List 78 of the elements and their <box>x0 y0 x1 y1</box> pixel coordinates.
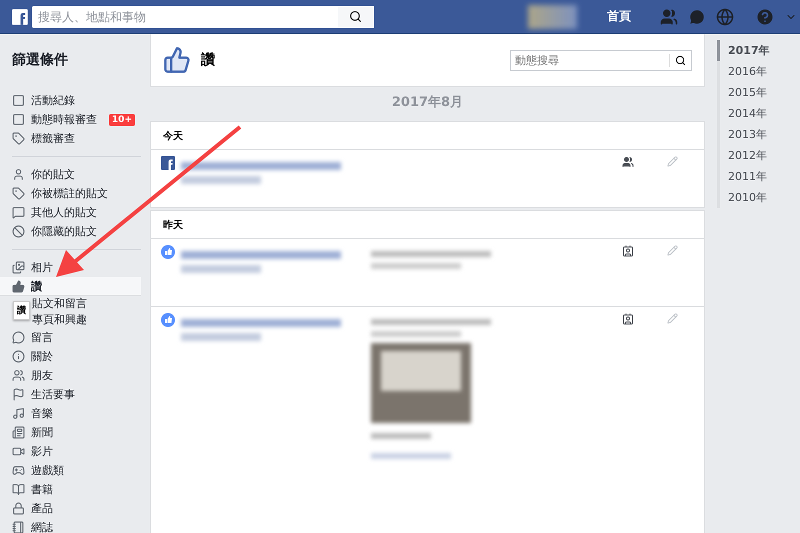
person-icon <box>12 168 25 181</box>
sidebar-item[interactable]: 新聞 <box>0 423 141 442</box>
sidebar-item[interactable]: 其他人的貼文 <box>0 203 141 222</box>
sidebar-subitem[interactable]: 專頁和興趣 <box>32 312 87 328</box>
sidebar-item[interactable]: 標籤審查 <box>0 129 141 148</box>
notebook-icon <box>12 521 25 533</box>
comment-icon <box>12 331 25 344</box>
gamepad-icon <box>12 464 25 477</box>
year-link[interactable]: 2013年 <box>717 124 770 145</box>
page-icon <box>12 94 25 107</box>
search-input[interactable]: 搜尋人、地點和事物 <box>32 6 338 26</box>
sidebar-item[interactable]: 生活要事 <box>0 385 141 404</box>
day-heading: 今天 <box>163 130 183 142</box>
sidebar-item[interactable]: 留言 <box>0 328 141 347</box>
edit-icon[interactable] <box>666 313 678 324</box>
search-icon[interactable] <box>675 54 686 66</box>
ban-icon <box>12 225 25 238</box>
sidebar-item[interactable]: 你的貼文 <box>0 165 141 184</box>
sidebar-item[interactable]: 動態時報審查 10+ <box>0 110 141 129</box>
facebook-logo-icon <box>12 8 28 26</box>
search-button[interactable] <box>338 6 374 28</box>
thumbs-up-icon <box>12 280 25 292</box>
tag-icon <box>12 187 25 200</box>
help-icon[interactable] <box>755 6 775 26</box>
messenger-icon[interactable] <box>688 8 706 26</box>
year-link[interactable]: 2011年 <box>717 166 770 187</box>
sidebar-item[interactable]: 影片 <box>0 442 141 461</box>
page-logo-icon <box>161 156 175 170</box>
info-icon <box>12 350 25 363</box>
count-badge: 10+ <box>108 114 135 126</box>
sidebar-item[interactable]: 書籍 <box>0 480 141 499</box>
home-link[interactable]: 首頁 <box>607 8 631 25</box>
day-heading: 昨天 <box>163 218 183 232</box>
sidebar-item[interactable]: 產品 <box>0 499 141 518</box>
activity-search-field[interactable]: 動態搜尋 <box>510 50 692 70</box>
tag-icon <box>12 132 25 145</box>
year-link[interactable]: 2010年 <box>717 187 770 208</box>
book-icon <box>12 483 25 496</box>
edit-icon[interactable] <box>666 156 678 167</box>
sidebar-subitem[interactable]: 貼文和留言 <box>32 296 87 312</box>
photos-icon <box>12 261 25 274</box>
friends-icon[interactable] <box>622 156 634 168</box>
sidebar-item[interactable]: 讚 <box>0 277 141 296</box>
filter-title: 篩選條件 <box>12 51 69 69</box>
sidebar-item[interactable]: 網誌 <box>0 518 141 533</box>
custom-audience-icon[interactable] <box>622 245 634 257</box>
frame-icon <box>12 113 25 126</box>
globe-icon[interactable] <box>716 8 734 26</box>
people-icon <box>12 369 25 382</box>
year-link[interactable]: 2015年 <box>717 82 770 103</box>
video-icon <box>12 445 25 458</box>
custom-audience-icon[interactable] <box>622 313 634 325</box>
sidebar-item[interactable]: 相片 <box>0 258 141 277</box>
tooltip: 讚 <box>13 301 30 320</box>
search-field[interactable]: 搜尋人、地點和事物 <box>32 6 374 28</box>
year-link[interactable]: 2014年 <box>717 103 770 124</box>
like-icon <box>161 245 175 259</box>
year-link[interactable]: 2012年 <box>717 145 770 166</box>
page-title: 讚 <box>201 51 216 69</box>
edit-icon[interactable] <box>666 245 678 256</box>
year-link[interactable]: 2017年 <box>717 40 770 61</box>
sidebar-item[interactable]: 活動紀錄 <box>0 91 141 110</box>
like-icon <box>161 313 175 327</box>
lock-icon <box>12 502 25 515</box>
search-icon <box>349 10 362 23</box>
speech-icon <box>12 206 25 219</box>
newspaper-icon <box>12 426 25 439</box>
flag-icon <box>12 388 25 401</box>
music-icon <box>12 407 25 420</box>
sidebar-item[interactable]: 你隱藏的貼文 <box>0 222 141 241</box>
sidebar-item[interactable]: 你被標註的貼文 <box>0 184 141 203</box>
year-link[interactable]: 2016年 <box>717 61 770 82</box>
sidebar-item[interactable]: 朋友 <box>0 366 141 385</box>
month-heading: 2017年8月 <box>390 94 464 111</box>
sidebar-item[interactable]: 遊戲類 <box>0 461 141 480</box>
thumbs-up-icon <box>163 46 191 74</box>
sidebar-item[interactable]: 音樂 <box>0 404 141 423</box>
sidebar-item[interactable]: 關於 <box>0 347 141 366</box>
